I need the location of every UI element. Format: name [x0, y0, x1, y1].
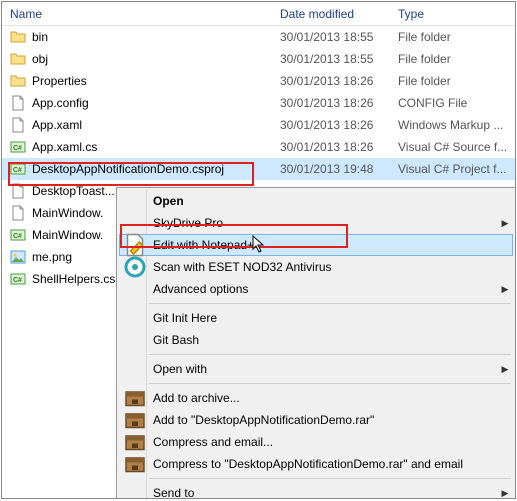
folder-icon [10, 73, 26, 89]
cs-icon: C# [10, 271, 26, 287]
file-row[interactable]: App.xaml 30/01/2013 18:26Windows Markup .… [2, 114, 515, 136]
file-name: App.config [32, 96, 89, 110]
file-name: me.png [32, 250, 72, 264]
rar-icon [123, 408, 147, 432]
file-date: 30/01/2013 18:26 [280, 140, 398, 154]
csproj-icon: C# [10, 161, 26, 177]
context-menu: OpenSkyDrive Pro▶Edit with Notepad++Scan… [116, 187, 516, 499]
file-type: CONFIG File [398, 96, 515, 110]
menu-item[interactable]: Add to "DesktopAppNotificationDemo.rar" [119, 409, 513, 431]
file-icon [10, 117, 26, 133]
menu-item[interactable]: SkyDrive Pro▶ [119, 212, 513, 234]
file-type: Visual C# Source f... [398, 140, 515, 154]
svg-text:C#: C# [13, 167, 22, 174]
menu-item-label: Send to [147, 486, 497, 499]
menu-separator [149, 354, 511, 355]
file-name: MainWindow. [32, 206, 103, 220]
menu-item[interactable]: Compress and email... [119, 431, 513, 453]
file-type: File folder [398, 30, 515, 44]
menu-separator [149, 303, 511, 304]
rar-icon [123, 430, 147, 454]
file-date: 30/01/2013 18:55 [280, 30, 398, 44]
file-name: App.xaml.cs [32, 140, 97, 154]
folder-icon [10, 29, 26, 45]
menu-item-label: Compress and email... [147, 435, 497, 449]
menu-item[interactable]: Send to▶ [119, 482, 513, 499]
column-header-date[interactable]: Date modified [280, 7, 398, 21]
menu-item-label: Open with [147, 362, 497, 376]
file-name: bin [32, 30, 48, 44]
file-name: ShellHelpers.cs [32, 272, 115, 286]
menu-item[interactable]: Compress to "DesktopAppNotificationDemo.… [119, 453, 513, 475]
menu-item-label: Advanced options [147, 282, 497, 296]
file-date: 30/01/2013 18:26 [280, 118, 398, 132]
file-name: MainWindow. [32, 228, 103, 242]
menu-item-label: Scan with ESET NOD32 Antivirus [147, 260, 497, 274]
menu-item-label: Compress to "DesktopAppNotificationDemo.… [147, 457, 497, 471]
rar-icon [123, 452, 147, 476]
submenu-arrow-icon: ▶ [497, 284, 513, 295]
file-type: Visual C# Project f... [398, 162, 515, 176]
notepad-icon [123, 233, 147, 257]
menu-item[interactable]: Git Bash [119, 329, 513, 351]
file-row[interactable]: App.config 30/01/2013 18:26CONFIG File [2, 92, 515, 114]
menu-item-label: Git Bash [147, 333, 497, 347]
cs-icon: C# [10, 139, 26, 155]
column-header-row: Name Date modified Type [2, 2, 515, 26]
png-icon [10, 249, 26, 265]
file-date: 30/01/2013 18:26 [280, 74, 398, 88]
file-name: obj [32, 52, 48, 66]
column-header-type[interactable]: Type [398, 7, 515, 21]
file-date: 30/01/2013 18:55 [280, 52, 398, 66]
menu-item[interactable]: Open [119, 190, 513, 212]
file-date: 30/01/2013 18:26 [280, 96, 398, 110]
file-icon [10, 183, 26, 199]
menu-item[interactable]: Advanced options▶ [119, 278, 513, 300]
menu-item[interactable]: Edit with Notepad++ [119, 234, 513, 256]
menu-item-label: Git Init Here [147, 311, 497, 325]
file-type: File folder [398, 74, 515, 88]
menu-item-label: SkyDrive Pro [147, 216, 497, 230]
svg-text:C#: C# [13, 233, 22, 240]
column-header-name[interactable]: Name [10, 7, 280, 21]
file-date: 30/01/2013 19:48 [280, 162, 398, 176]
folder-icon [10, 51, 26, 67]
svg-text:C#: C# [13, 145, 22, 152]
menu-item[interactable]: Git Init Here [119, 307, 513, 329]
file-type: File folder [398, 52, 515, 66]
file-name: Properties [32, 74, 87, 88]
file-row[interactable]: C# DesktopAppNotificationDemo.csproj 30/01… [2, 158, 515, 180]
menu-item-label: Open [147, 194, 497, 208]
file-icon [10, 95, 26, 111]
file-name: DesktopAppNotificationDemo.csproj [32, 162, 224, 176]
file-type: Windows Markup ... [398, 118, 515, 132]
menu-separator [149, 478, 511, 479]
submenu-arrow-icon: ▶ [497, 364, 513, 375]
rar-icon [123, 386, 147, 410]
file-row[interactable]: obj 30/01/2013 18:55File folder [2, 48, 515, 70]
submenu-arrow-icon: ▶ [497, 488, 513, 499]
menu-item-label: Edit with Notepad++ [147, 238, 496, 252]
file-row[interactable]: Properties 30/01/2013 18:26File folder [2, 70, 515, 92]
submenu-arrow-icon: ▶ [497, 218, 513, 229]
menu-item-label: Add to archive... [147, 391, 497, 405]
svg-text:C#: C# [13, 277, 22, 284]
file-icon [10, 205, 26, 221]
file-name: DesktopToast... [32, 184, 115, 198]
menu-item[interactable]: Open with▶ [119, 358, 513, 380]
file-name: App.xaml [32, 118, 82, 132]
eset-icon [123, 255, 147, 279]
menu-item[interactable]: Scan with ESET NOD32 Antivirus [119, 256, 513, 278]
file-row[interactable]: C# App.xaml.cs 30/01/2013 18:26Visual C# S… [2, 136, 515, 158]
menu-separator [149, 383, 511, 384]
menu-item-label: Add to "DesktopAppNotificationDemo.rar" [147, 413, 497, 427]
file-row[interactable]: bin 30/01/2013 18:55File folder [2, 26, 515, 48]
menu-item[interactable]: Add to archive... [119, 387, 513, 409]
cs-icon: C# [10, 227, 26, 243]
